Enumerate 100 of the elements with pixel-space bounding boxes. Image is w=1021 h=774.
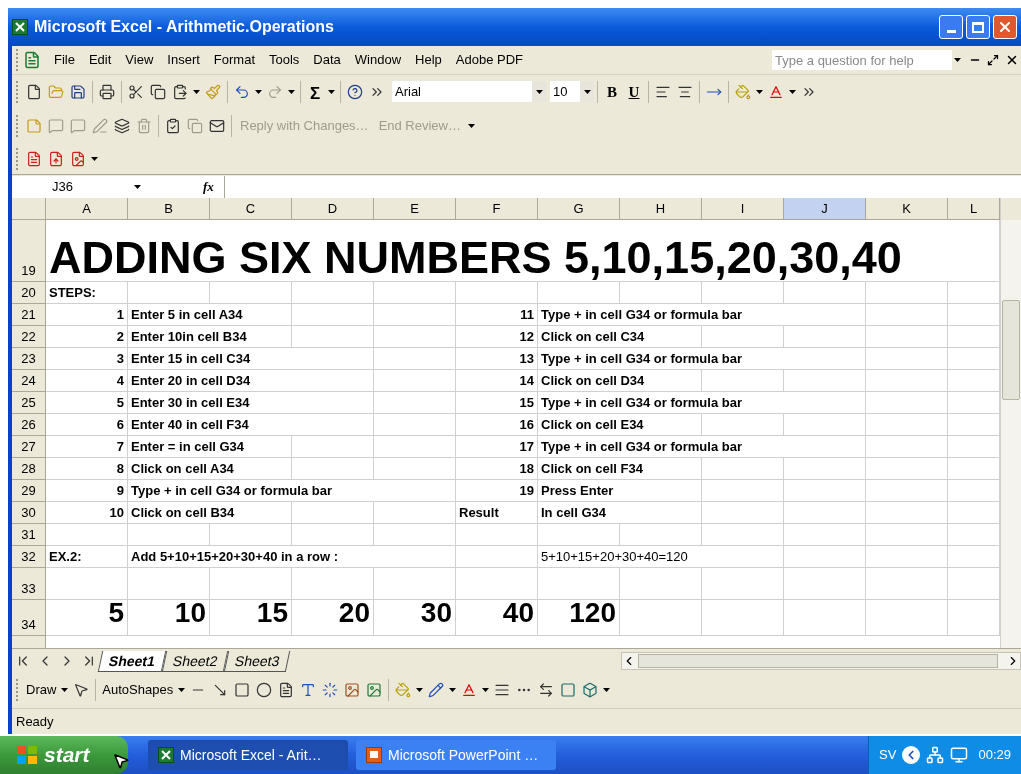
sheet-tab[interactable]: Sheet2	[161, 651, 229, 672]
row-header[interactable]: 23	[12, 348, 46, 370]
menu-item[interactable]: View	[118, 50, 161, 70]
column-header[interactable]: G	[538, 198, 620, 220]
maximize-button[interactable]	[966, 15, 990, 39]
restore-icon[interactable]	[987, 54, 999, 66]
sheet-tab[interactable]: Sheet1	[97, 651, 167, 672]
caret-icon[interactable]	[416, 688, 424, 692]
row-header[interactable]: 33	[12, 568, 46, 600]
collapse-tray-icon[interactable]	[902, 746, 921, 764]
row-header[interactable]: 20	[12, 282, 46, 304]
table-cell: 7	[46, 436, 128, 458]
start-button[interactable]: start	[0, 736, 128, 774]
table-cell: STEPS:	[46, 282, 128, 304]
caret-icon[interactable]	[535, 89, 543, 94]
row-header[interactable]: 30	[12, 502, 46, 524]
font-field[interactable]: Arial	[392, 81, 532, 102]
table-cell: Add 5+10+15+20+30+40 in a row :	[128, 546, 456, 568]
table-cell: Click on cell D34	[538, 370, 702, 392]
menu-item[interactable]: Edit	[81, 50, 119, 70]
column-header[interactable]: D	[292, 198, 374, 220]
caret-icon[interactable]	[178, 688, 186, 692]
row-header[interactable]: 25	[12, 392, 46, 414]
table-cell: Enter = in cell G34	[128, 436, 292, 458]
column-header[interactable]: F	[456, 198, 538, 220]
underline-button[interactable]: U	[623, 80, 645, 103]
autoshapes-menu-button[interactable]: AutoShapes	[99, 680, 177, 700]
autosum-button[interactable]: Σ	[304, 80, 326, 103]
row-header[interactable]: 19	[12, 220, 46, 282]
help-search-field[interactable]: Type a question for help	[772, 50, 952, 70]
menu-item[interactable]: Adobe PDF	[448, 50, 531, 70]
horizontal-scrollbar[interactable]	[621, 651, 1021, 670]
caret-icon[interactable]	[193, 89, 200, 94]
table-cell: 5+10+15+20+30+40=120	[538, 546, 784, 568]
minimize-button[interactable]	[939, 15, 963, 39]
monitor-icon	[950, 746, 969, 764]
function-label[interactable]: fx	[143, 175, 224, 198]
row-header[interactable]: 32	[12, 546, 46, 568]
row-header[interactable]: 27	[12, 436, 46, 458]
caret-icon[interactable]	[134, 184, 141, 189]
caret-icon[interactable]	[756, 89, 763, 94]
close-icon[interactable]	[1005, 53, 1019, 67]
caret-icon[interactable]	[468, 123, 475, 128]
menu-item[interactable]: Window	[347, 50, 409, 70]
bold-button[interactable]: B	[601, 80, 623, 103]
draw-menu-button[interactable]: Draw	[23, 680, 60, 700]
row-header[interactable]: 29	[12, 480, 46, 502]
taskbar-button[interactable]: Microsoft PowerPoint …	[356, 740, 556, 770]
caret-icon[interactable]	[288, 89, 295, 94]
formula-field[interactable]	[223, 175, 1021, 198]
vertical-scrollbar[interactable]	[1000, 198, 1021, 648]
sheet-tab[interactable]: Sheet3	[224, 651, 291, 672]
row-header[interactable]: 26	[12, 414, 46, 436]
caret-icon[interactable]	[789, 89, 796, 94]
menu-item[interactable]: File	[47, 50, 82, 70]
column-header[interactable]: B	[128, 198, 210, 220]
column-header[interactable]: K	[866, 198, 948, 220]
caret-icon[interactable]	[954, 58, 961, 62]
menu-item[interactable]: Format	[206, 50, 262, 70]
caret-icon[interactable]	[482, 688, 490, 692]
language-indicator[interactable]: SV	[879, 745, 897, 765]
font-size-field[interactable]: 10	[550, 81, 580, 102]
column-header[interactable]: L	[948, 198, 1000, 220]
taskbar-button[interactable]: Microsoft Excel - Arit…	[148, 740, 348, 770]
caret-icon[interactable]	[583, 89, 591, 94]
menu-item[interactable]: Insert	[160, 50, 207, 70]
caret-icon[interactable]	[328, 89, 335, 94]
table-cell: Enter 30 in cell E34	[128, 392, 374, 414]
table-cell: 18	[456, 458, 538, 480]
table-cell: Click on cell C34	[538, 326, 702, 348]
row-header[interactable]: 28	[12, 458, 46, 480]
caret-icon[interactable]	[255, 89, 262, 94]
row-header[interactable]: 21	[12, 304, 46, 326]
close-icon	[997, 19, 1013, 35]
menu-item[interactable]: Help	[408, 50, 449, 70]
column-header[interactable]: J	[784, 198, 866, 220]
column-header[interactable]: I	[702, 198, 784, 220]
column-header[interactable]: C	[210, 198, 292, 220]
table-cell: Click on cell B34	[128, 502, 292, 524]
caret-icon[interactable]	[449, 688, 457, 692]
row-header[interactable]: 24	[12, 370, 46, 392]
table-cell: Click on cell F34	[538, 458, 702, 480]
caret-icon[interactable]	[61, 688, 69, 692]
column-header[interactable]: A	[46, 198, 128, 220]
network-icon	[926, 746, 945, 764]
row-header[interactable]: 31	[12, 524, 46, 546]
name-box[interactable]: J36	[12, 175, 132, 198]
row-header[interactable]: 34	[12, 600, 46, 636]
table-cell: Enter 10in cell B34	[128, 326, 292, 348]
close-button[interactable]	[993, 15, 1017, 39]
table-cell: 13	[456, 348, 538, 370]
table-cell: 15	[456, 392, 538, 414]
menu-item[interactable]: Data	[306, 50, 348, 70]
table-cell: 4	[46, 370, 128, 392]
column-header[interactable]: H	[620, 198, 702, 220]
menu-item[interactable]: Tools	[262, 50, 307, 70]
caret-icon[interactable]	[91, 156, 98, 161]
row-header[interactable]: 22	[12, 326, 46, 348]
caret-icon[interactable]	[603, 688, 611, 692]
column-header[interactable]: E	[374, 198, 456, 220]
